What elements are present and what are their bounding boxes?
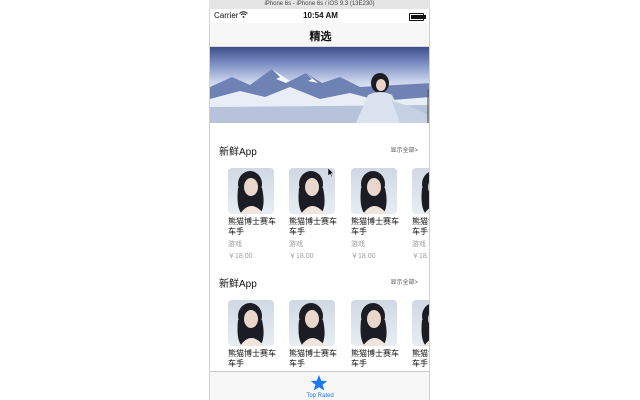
banner-image	[210, 69, 429, 123]
app-card[interactable]: 熊猫博士赛车车手	[228, 300, 278, 370]
battery-level	[411, 15, 423, 19]
status-time: 10:54 AM	[303, 11, 338, 20]
tab-label: Top Rated	[306, 393, 334, 399]
app-category: 游戏	[228, 241, 242, 248]
app-thumbnail	[228, 168, 274, 214]
status-bar: Carrier 10:54 AM	[210, 9, 429, 23]
show-all-link[interactable]: 显示全部>	[390, 145, 418, 154]
app-card[interactable]: 熊猫博士赛车车手	[351, 300, 401, 370]
app-name: 熊猫博士赛车车手	[289, 217, 337, 236]
app-thumbnail	[351, 168, 397, 214]
tab-bar: Top Rated	[210, 371, 429, 400]
app-thumbnail	[228, 300, 274, 346]
app-price: ￥18.00	[351, 253, 376, 260]
section-title: 新鲜App	[219, 279, 257, 290]
app-price: ￥18.00	[412, 253, 429, 260]
app-card[interactable]: 熊猫博士赛车车手 游戏 ￥18.00	[351, 168, 401, 260]
app-card[interactable]: 熊猫博士赛车车手 游戏 ￥18.00	[412, 168, 429, 260]
app-name: 熊猫博士赛车车手	[228, 349, 276, 368]
app-card[interactable]: 熊猫博士赛车车手 游戏 ￥18.00	[289, 168, 339, 260]
banner-scroll-indicator	[427, 89, 429, 123]
app-name: 熊猫博士赛车车手	[228, 217, 276, 236]
app-price: ￥18.00	[228, 253, 253, 260]
page-title: 精选	[309, 31, 332, 43]
app-card[interactable]: 熊猫博士赛车车手 游戏 ￥18.00	[228, 168, 278, 260]
app-name: 熊猫博士赛车车手	[351, 349, 399, 368]
app-price: ￥18.00	[289, 253, 314, 260]
app-card[interactable]: 熊猫博士赛车车手	[289, 300, 339, 370]
app-thumbnail	[351, 300, 397, 346]
app-name: 熊猫博士赛车车手	[351, 217, 399, 236]
section-title: 新鲜App	[219, 147, 257, 158]
navigation-bar: 精选	[210, 23, 429, 47]
mouse-cursor-icon	[328, 168, 334, 177]
simulator-title: iPhone 6s - iPhone 6s / iOS 9.3 (13E230)	[264, 1, 375, 7]
app-name: 熊猫博士赛车车手	[289, 349, 337, 368]
app-category: 游戏	[351, 241, 365, 248]
app-card[interactable]: 熊猫博士赛车车手	[412, 300, 429, 370]
app-thumbnail	[289, 300, 335, 346]
section-new-apps-1: 新鲜App 显示全部> 熊猫博士赛车车手 游戏 ￥18.00 熊猫博士赛车车手 …	[210, 143, 429, 268]
star-icon	[310, 375, 328, 391]
app-category: 游戏	[289, 241, 303, 248]
app-thumbnail	[412, 300, 429, 346]
app-category: 游戏	[412, 241, 426, 248]
app-name: 熊猫博士赛车车手	[412, 217, 429, 236]
tab-top-rated[interactable]: Top Rated	[290, 372, 350, 400]
featured-banner[interactable]	[210, 47, 429, 123]
app-thumbnail	[412, 168, 429, 214]
show-all-link[interactable]: 显示全部>	[390, 277, 418, 286]
app-name: 熊猫博士赛车车手	[412, 349, 429, 368]
section-new-apps-2: 新鲜App 显示全部> 熊猫博士赛车车手 熊猫博士赛车车手 熊猫博士赛车车手 熊…	[210, 275, 429, 371]
battery-icon	[409, 13, 426, 21]
phone-screen: Carrier 10:54 AM 精选 新鲜App 显示全部> 熊猫博士赛车车手…	[209, 9, 430, 400]
